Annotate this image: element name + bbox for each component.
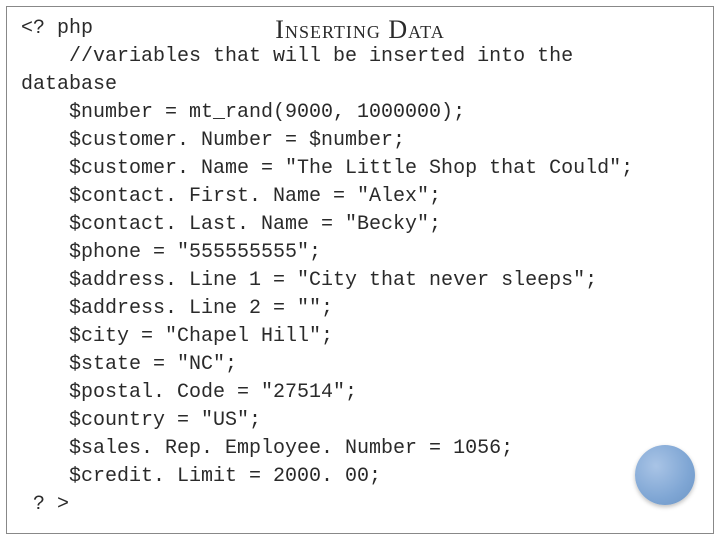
slide-border: Inserting Data <? php //variables that w… <box>6 6 714 534</box>
code-open-tag: <? php <box>21 17 93 40</box>
code-line: $country = "US"; <box>21 409 261 432</box>
code-line: $address. Line 1 = "City that never slee… <box>21 269 597 292</box>
code-line: $customer. Name = "The Little Shop that … <box>21 157 633 180</box>
code-line: $number = mt_rand(9000, 1000000); <box>21 101 465 124</box>
code-block: <? php //variables that will be inserted… <box>21 15 699 519</box>
code-line: $city = "Chapel Hill"; <box>21 325 333 348</box>
code-line: $sales. Rep. Employee. Number = 1056; <box>21 437 513 460</box>
code-line: $contact. Last. Name = "Becky"; <box>21 213 441 236</box>
slide: Inserting Data <? php //variables that w… <box>0 0 720 540</box>
code-line: $state = "NC"; <box>21 353 237 376</box>
code-line: $postal. Code = "27514"; <box>21 381 357 404</box>
code-line: $address. Line 2 = ""; <box>21 297 333 320</box>
code-comment: //variables that will be inserted into t… <box>21 45 573 68</box>
code-database: database <box>21 73 117 96</box>
code-close-tag: ? > <box>21 493 69 516</box>
code-line: $phone = "555555555"; <box>21 241 321 264</box>
decorative-circle-icon <box>635 445 695 505</box>
code-line: $contact. First. Name = "Alex"; <box>21 185 441 208</box>
code-line: $customer. Number = $number; <box>21 129 405 152</box>
code-line: $credit. Limit = 2000. 00; <box>21 465 381 488</box>
